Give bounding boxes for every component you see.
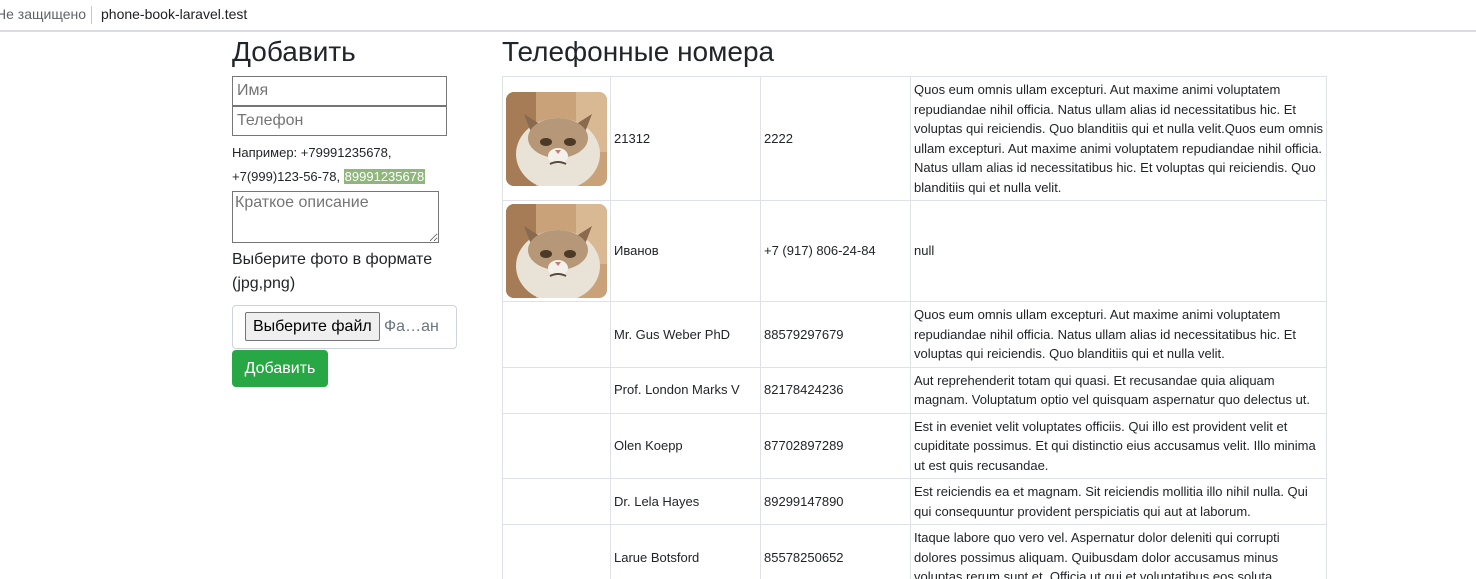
name-input[interactable] xyxy=(232,76,447,106)
contact-name: Larue Botsford xyxy=(610,524,761,579)
contact-name: Dr. Lela Hayes xyxy=(610,478,761,525)
contact-row: Иванов +7 (917) 806-24-84 null xyxy=(502,200,1327,302)
phonebook-section: Телефонные номера 21312 2222 Quos eum omni… xyxy=(502,34,1327,579)
photo-label: Выберите фото в формате (jpg,png) xyxy=(232,251,433,292)
security-status[interactable]: Не защищено xyxy=(0,6,86,22)
form-title: Добавить xyxy=(232,36,356,67)
contact-name: Mr. Gus Weber PhD xyxy=(610,301,761,368)
contact-name: Иванов xyxy=(610,200,761,302)
contact-description: Aut reprehenderit totam qui quasi. Et re… xyxy=(910,366,1327,414)
phonebook-title: Телефонные номера xyxy=(502,36,775,67)
contact-photo xyxy=(506,91,607,186)
phone-format-hint: Например: +79991235678, +7(999)123-56-78… xyxy=(232,141,462,189)
contact-row: 21312 2222 Quos eum omnis ullam excepturi.… xyxy=(502,76,1327,201)
contact-phone: 82178424236 xyxy=(760,366,911,414)
address-divider xyxy=(91,6,92,24)
contact-name: 21312 xyxy=(610,76,761,201)
photo-cell xyxy=(502,301,611,368)
file-upload-box[interactable]: Выберите файл Фа…ан xyxy=(232,305,457,349)
photo-cell xyxy=(502,76,611,201)
photo-cell xyxy=(502,412,611,479)
contact-row: Dr. Lela Hayes 89299147890 Est reiciendis … xyxy=(502,478,1327,525)
url-text[interactable]: phone-book-laravel.test xyxy=(101,6,247,22)
contact-phone: 89299147890 xyxy=(760,478,911,525)
contact-description: Est in eveniet velit voluptates officiis… xyxy=(910,412,1327,479)
contact-phone: 2222 xyxy=(760,76,911,201)
hint-highlighted-example: 89991235678 xyxy=(343,169,426,184)
contact-phone: 88579297679 xyxy=(760,301,911,368)
contact-photo xyxy=(506,204,607,298)
add-contact-form: Добавить Например: +79991235678, +7(999)… xyxy=(232,34,462,387)
add-contact-button[interactable]: Добавить xyxy=(232,350,328,387)
contact-phone: +7 (917) 806-24-84 xyxy=(760,200,911,302)
photo-cell xyxy=(502,478,611,525)
photo-cell xyxy=(502,366,611,414)
contact-name: Prof. London Marks V xyxy=(610,366,761,414)
contact-row: Olen Koepp 87702897289 Est in eveniet veli… xyxy=(502,412,1327,479)
contact-description: Quos eum omnis ullam excepturi. Aut maxi… xyxy=(910,301,1327,368)
phonebook-table: 21312 2222 Quos eum omnis ullam excepturi.… xyxy=(502,76,1327,579)
file-name-text: Фа…ан xyxy=(384,318,439,335)
photo-cell xyxy=(502,200,611,302)
contact-row: Prof. London Marks V 82178424236 Aut repre… xyxy=(502,366,1327,414)
phone-input[interactable] xyxy=(232,106,447,136)
contact-description: Itaque labore quo vero vel. Aspernatur d… xyxy=(910,524,1327,579)
contact-row: Larue Botsford 85578250652 Itaque labore q… xyxy=(502,524,1327,579)
contact-description: Est reiciendis ea et magnam. Sit reicien… xyxy=(910,478,1327,525)
contact-name: Olen Koepp xyxy=(610,412,761,479)
contact-phone: 85578250652 xyxy=(760,524,911,579)
description-textarea[interactable] xyxy=(232,191,439,243)
contact-description: Quos eum omnis ullam excepturi. Aut maxi… xyxy=(910,76,1327,201)
contact-row: Mr. Gus Weber PhD 88579297679 Quos eum omn… xyxy=(502,301,1327,368)
address-bar[interactable]: Не защищено phone-book-laravel.test xyxy=(0,0,1476,32)
choose-file-button[interactable]: Выберите файл xyxy=(245,312,380,341)
contact-description: null xyxy=(910,200,1327,302)
photo-cell xyxy=(502,524,611,579)
contact-phone: 87702897289 xyxy=(760,412,911,479)
